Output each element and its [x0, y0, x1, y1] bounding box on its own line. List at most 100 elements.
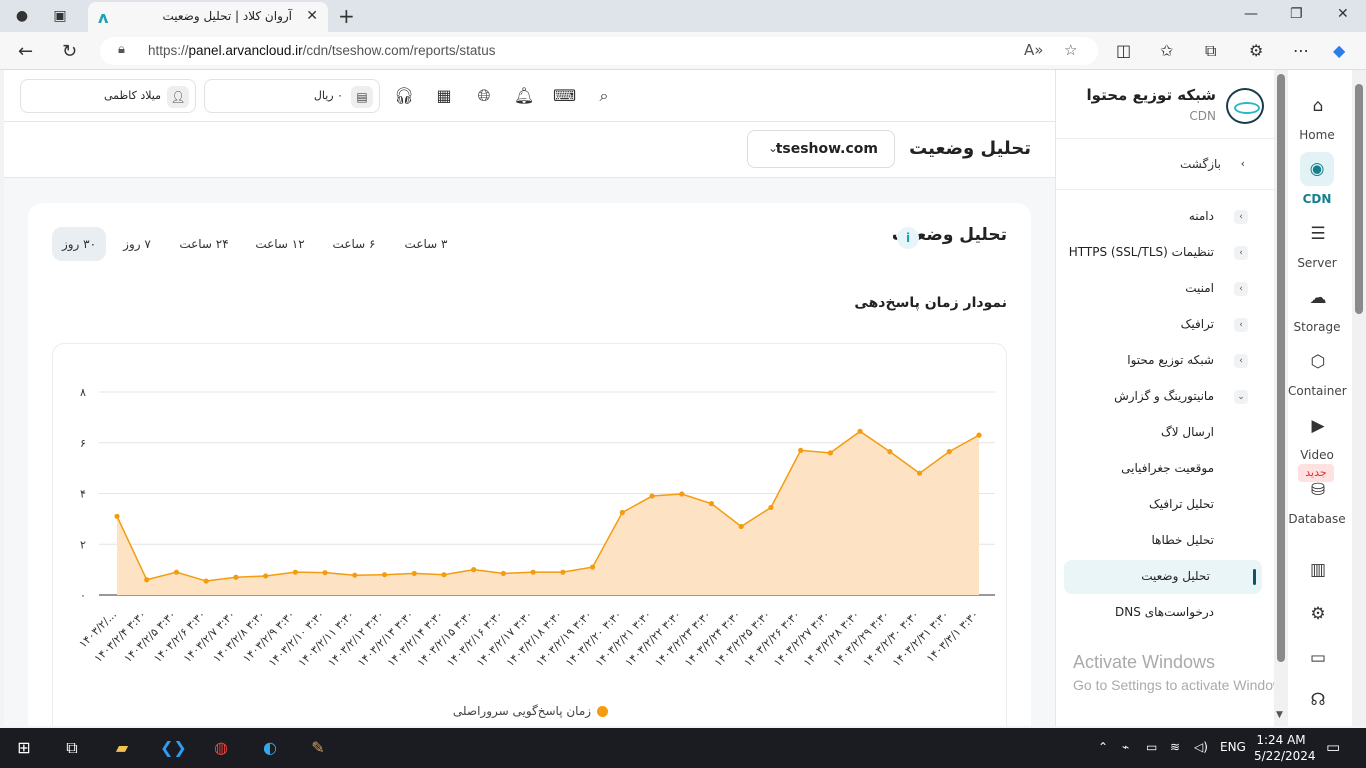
sidebar-sub-traffic-analysis[interactable]: تحلیل ترافیک: [1055, 488, 1274, 522]
search-icon[interactable]: ⌕: [593, 85, 615, 107]
sidebar-item-label: امنیت: [1185, 281, 1214, 295]
info-icon[interactable]: i: [897, 227, 919, 249]
sidebar-sub-label: تحلیل وضعیت: [1141, 569, 1210, 583]
file-explorer-icon[interactable]: ▰: [110, 736, 134, 760]
tab-title: آروان کلاد | تحلیل وضعیت: [162, 9, 292, 23]
balance-text: ۰ ریال: [313, 89, 343, 102]
apps-grid-icon[interactable]: ▦: [433, 85, 455, 107]
rail-container[interactable]: ⬡ Container: [1288, 348, 1348, 404]
favorites-icon[interactable]: ✩: [1160, 41, 1173, 60]
database-icon: ⛁: [1310, 480, 1326, 500]
sidebar-item-monitoring[interactable]: مانیتورینگ و گزارش ⌄: [1055, 380, 1274, 414]
product-rail: ⌂ Home ◉ CDN ☰ Server ☁ Storage ⬡ Contai…: [1288, 70, 1366, 726]
arvan-logo-icon: ʌ: [98, 8, 109, 27]
y-tick-label: ۸: [80, 386, 86, 399]
data-point: [114, 513, 120, 519]
rail-scrollbar[interactable]: [1352, 70, 1366, 726]
task-view-icon[interactable]: ⧉: [60, 736, 84, 760]
scroll-down-icon[interactable]: ▼: [1276, 710, 1283, 720]
sidebar: شبکه توزیع محتوا CDN بازگشت ‹ دامنه ‹ تن…: [1055, 70, 1274, 726]
data-point: [679, 491, 685, 497]
new-tab-icon[interactable]: +: [338, 4, 355, 28]
sidebar-item-domain[interactable]: دامنه ‹: [1055, 200, 1274, 234]
chevron-left-icon: ‹: [1234, 354, 1248, 368]
favorite-icon[interactable]: ☆: [1064, 41, 1077, 59]
scrollbar-thumb[interactable]: [1277, 74, 1285, 662]
terminal-icon[interactable]: ⌨: [553, 85, 576, 107]
back-link[interactable]: بازگشت ‹: [1056, 138, 1274, 190]
lock-icon[interactable]: 🔒︎: [118, 42, 125, 57]
tab-6h[interactable]: ۶ ساعت: [324, 227, 384, 261]
battery-icon[interactable]: ▭: [1146, 740, 1157, 754]
data-point: [976, 432, 982, 438]
rail-database[interactable]: ⛁ Database: [1288, 476, 1348, 532]
sidebar-sub-dns-requests[interactable]: درخواست‌های DNS: [1055, 596, 1274, 630]
sidebar-sub-error-analysis[interactable]: تحلیل خطاها: [1055, 524, 1274, 558]
refresh-icon[interactable]: ↻: [62, 41, 77, 62]
close-window-icon[interactable]: ✕: [1337, 6, 1349, 22]
sidebar-sub-log-forwarding[interactable]: ارسال لاگ: [1055, 416, 1274, 450]
chart-legend[interactable]: زمان پاسخ‌گویی سروراصلی: [53, 704, 1008, 718]
windows-taskbar: ⊞ ⧉ ▰ ❮❯ ◍ ◐ ✎ ⌃ ⌁ ▭ ≋ ◁) ENG 1:24 AM 5/…: [0, 728, 1366, 768]
tab-30d[interactable]: ۳۰ روز: [52, 227, 106, 261]
language-indicator[interactable]: ENG: [1220, 740, 1246, 754]
domain-value: tseshow.com: [775, 141, 878, 157]
read-aloud-icon[interactable]: A»: [1024, 41, 1043, 59]
url-field[interactable]: 🔒︎ https://panel.arvancloud.ir/cdn/tsesh…: [100, 37, 1098, 65]
legend-dot: [597, 706, 609, 717]
tab-actions-icon[interactable]: ▣: [50, 6, 70, 26]
sidebar-item-cdn[interactable]: شبکه توزیع محتوا ‹: [1055, 344, 1274, 378]
back-icon[interactable]: ←: [18, 41, 33, 62]
tab-7d[interactable]: ۷ روز: [114, 227, 160, 261]
edge-icon[interactable]: ◐: [258, 736, 282, 760]
support-icon[interactable]: 🎧︎: [393, 85, 415, 107]
restore-icon[interactable]: ❐: [1290, 6, 1303, 22]
rail-video[interactable]: ▶ Video: [1288, 412, 1348, 468]
paint-icon[interactable]: ✎: [306, 736, 330, 760]
volume-icon[interactable]: ◁): [1194, 740, 1208, 754]
rail-label: Container: [1288, 384, 1347, 398]
sidebar-sub-status-analysis[interactable]: تحلیل وضعیت: [1064, 560, 1262, 594]
rail-scrollbar-thumb[interactable]: [1355, 84, 1363, 314]
vscode-icon[interactable]: ❮❯: [160, 736, 187, 760]
domain-select[interactable]: tseshow.com ⌄: [747, 130, 895, 168]
sidebar-item-security[interactable]: امنیت ‹: [1055, 272, 1274, 306]
profile-icon[interactable]: ●: [12, 6, 32, 26]
minimize-icon[interactable]: —: [1244, 6, 1258, 22]
extensions-icon[interactable]: ⚙: [1249, 41, 1263, 60]
rail-cdn[interactable]: ◉ CDN: [1288, 152, 1348, 212]
more-icon[interactable]: ⋯: [1293, 41, 1309, 60]
user-menu[interactable]: میلاد کاظمی 👤︎: [20, 79, 196, 113]
sidebar-sub-geo[interactable]: موقعیت جغرافیایی: [1055, 452, 1274, 486]
data-point: [708, 501, 715, 507]
wifi-icon[interactable]: ≋: [1170, 740, 1180, 754]
sidebar-item-https[interactable]: تنظیمات HTTPS (SSL/TLS) ‹: [1055, 236, 1274, 270]
collections-icon[interactable]: ⧉: [1205, 41, 1216, 61]
tab-24h[interactable]: ۲۴ ساعت: [170, 227, 238, 261]
chevron-left-icon: ‹: [1234, 210, 1248, 224]
data-point: [738, 523, 744, 530]
chrome-icon[interactable]: ◍: [209, 736, 233, 760]
data-point: [144, 577, 150, 583]
copilot-icon[interactable]: ◆: [1333, 41, 1345, 60]
split-screen-icon[interactable]: ◫: [1116, 41, 1131, 60]
activate-windows-subtitle: Go to Settings to activate Windows.: [1073, 677, 1294, 693]
tray-chevron-icon[interactable]: ⌃: [1098, 740, 1108, 754]
rail-server[interactable]: ☰ Server: [1288, 220, 1348, 276]
tray-usb-icon[interactable]: ⌁: [1122, 740, 1129, 754]
tab-12h[interactable]: ۱۲ ساعت: [248, 227, 312, 261]
rail-home[interactable]: ⌂ Home: [1288, 92, 1348, 148]
page-scrollbar[interactable]: ▼: [1274, 70, 1288, 726]
close-tab-icon[interactable]: ✕: [306, 8, 318, 24]
start-icon[interactable]: ⊞: [12, 736, 36, 760]
rail-storage[interactable]: ☁ Storage: [1288, 284, 1348, 340]
data-point: [263, 573, 269, 579]
sidebar-item-traffic[interactable]: ترافیک ‹: [1055, 308, 1274, 342]
clock[interactable]: 1:24 AM 5/22/2024: [1254, 732, 1316, 764]
globe-icon[interactable]: 🌐︎: [473, 85, 495, 107]
tab-3h[interactable]: ۳ ساعت: [396, 227, 456, 261]
bell-icon[interactable]: 🔔︎: [513, 85, 535, 107]
browser-tab[interactable]: ʌ آروان کلاد | تحلیل وضعیت ✕: [88, 2, 328, 32]
wallet-balance[interactable]: ۰ ریال ▤: [204, 79, 380, 113]
notifications-icon[interactable]: ▭: [1326, 738, 1340, 756]
